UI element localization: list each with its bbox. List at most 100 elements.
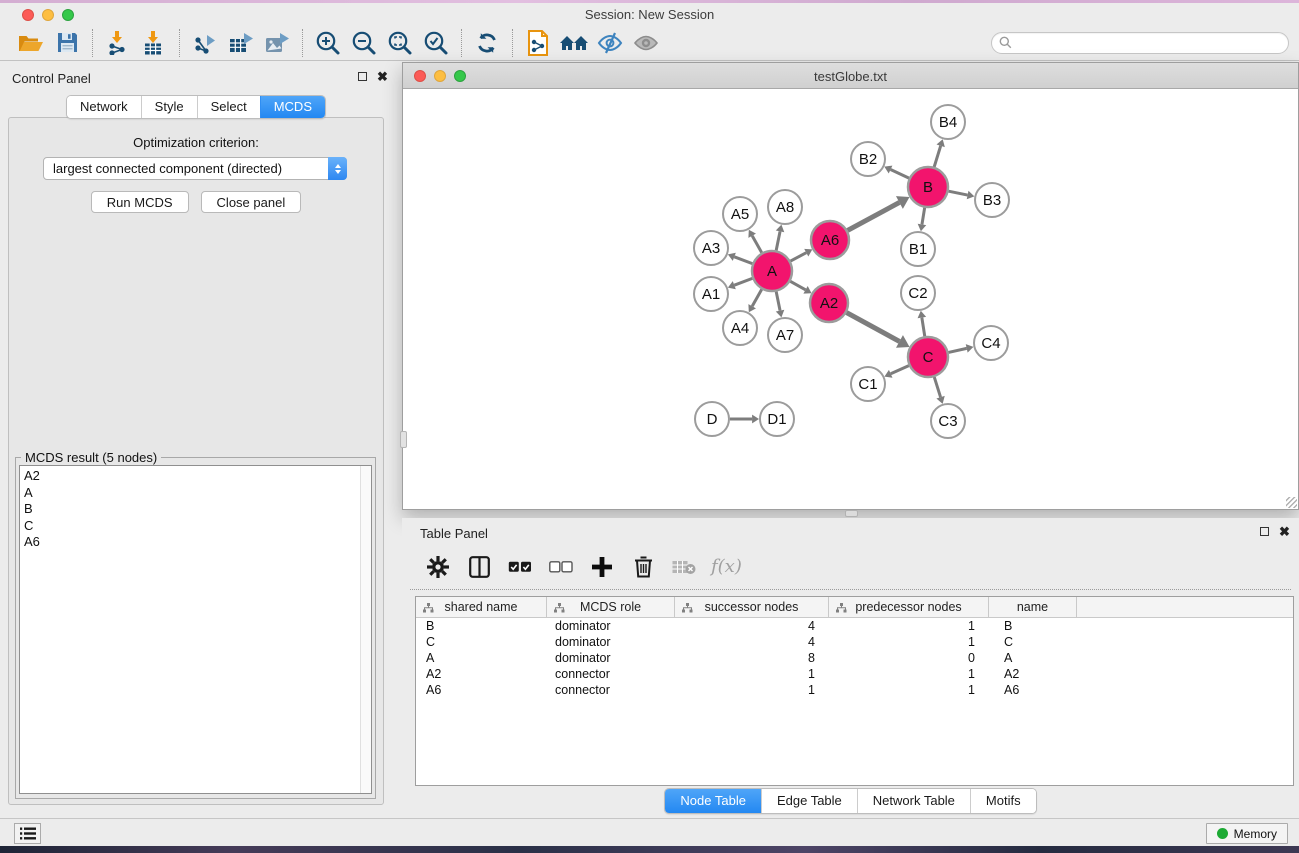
edge-B-B2[interactable]: [891, 170, 909, 179]
horizontal-splitter-handle[interactable]: [845, 510, 858, 517]
network-canvas[interactable]: AA6A2BCA5A8A3A1A4A7B2B4B3B1C2C4C1C3DD1: [403, 90, 1298, 509]
hide-eye-icon[interactable]: [595, 29, 625, 57]
tab-motifs[interactable]: Motifs: [970, 789, 1036, 813]
network-file-icon[interactable]: [523, 29, 553, 57]
result-item[interactable]: A: [24, 485, 371, 502]
edge-A-A4[interactable]: [752, 289, 762, 306]
result-scrollbar[interactable]: [360, 466, 371, 793]
search-field[interactable]: [991, 32, 1289, 54]
mcds-tab-content: Optimization criterion: largest connecte…: [8, 117, 384, 805]
edge-A-A6[interactable]: [791, 253, 807, 261]
zoom-fit-icon[interactable]: [385, 29, 415, 57]
tab-edge-table[interactable]: Edge Table: [761, 789, 857, 813]
table-close-icon[interactable]: ✖: [1279, 526, 1290, 538]
edge-C-C4[interactable]: [948, 348, 966, 352]
edge-B-B3[interactable]: [949, 191, 968, 195]
result-item[interactable]: B: [24, 501, 371, 518]
refresh-icon[interactable]: [472, 29, 502, 57]
table-cell: 4: [675, 619, 829, 633]
tab-network-table[interactable]: Network Table: [857, 789, 970, 813]
mcds-result-list[interactable]: A2ABCA6: [19, 465, 372, 794]
result-item[interactable]: A6: [24, 534, 371, 551]
home-icon[interactable]: [559, 29, 589, 57]
result-item[interactable]: C: [24, 518, 371, 535]
eye-icon[interactable]: [631, 29, 661, 57]
tab-select[interactable]: Select: [197, 96, 260, 118]
table-cell: 8: [675, 651, 829, 665]
resize-grip[interactable]: [1286, 497, 1297, 508]
export-network-icon[interactable]: [190, 29, 220, 57]
edge-A2-C[interactable]: [847, 313, 900, 342]
table-cell: dominator: [547, 619, 675, 633]
tab-style[interactable]: Style: [141, 96, 197, 118]
zoom-selected-icon[interactable]: [421, 29, 451, 57]
table-row[interactable]: A6connector11A6: [416, 682, 1293, 698]
run-mcds-button[interactable]: Run MCDS: [91, 191, 189, 213]
gear-icon[interactable]: [424, 552, 452, 582]
columns-icon[interactable]: [465, 552, 493, 582]
function-icon[interactable]: f(x): [711, 556, 742, 577]
delete-table-icon[interactable]: [670, 552, 698, 582]
column-header-shared-name[interactable]: shared name: [416, 597, 547, 617]
graph-node-label: A6: [821, 232, 839, 249]
select-all-icon[interactable]: [506, 552, 534, 582]
deselect-all-icon[interactable]: [547, 552, 575, 582]
memory-button[interactable]: Memory: [1206, 823, 1288, 844]
import-table-icon[interactable]: [139, 29, 169, 57]
delete-icon[interactable]: [629, 552, 657, 582]
table-toolbar: f(x): [410, 544, 1291, 590]
result-item[interactable]: A2: [24, 468, 371, 485]
control-panel-title: Control Panel: [12, 71, 91, 86]
edge-arrowhead: [918, 311, 927, 318]
close-panel-icon[interactable]: ✖: [377, 71, 388, 83]
table-cell: A: [989, 651, 1077, 665]
edge-A-A3[interactable]: [734, 257, 752, 264]
panel-splitter-handle[interactable]: [400, 431, 407, 448]
graph-node-label: A: [767, 263, 777, 280]
zoom-in-icon[interactable]: [313, 29, 343, 57]
table-row[interactable]: Cdominator41C: [416, 634, 1293, 650]
edge-C-C1[interactable]: [891, 366, 909, 374]
memory-label: Memory: [1234, 827, 1277, 841]
column-header-predecessor-nodes[interactable]: predecessor nodes: [829, 597, 989, 617]
tab-node-table[interactable]: Node Table: [665, 789, 761, 813]
table-cell: 1: [829, 635, 989, 649]
table-float-icon[interactable]: [1260, 526, 1269, 538]
zoom-out-icon[interactable]: [349, 29, 379, 57]
table-row[interactable]: Adominator80A: [416, 650, 1293, 666]
column-header-name[interactable]: name: [989, 597, 1077, 617]
graph-node-label: C1: [858, 376, 877, 393]
float-panel-icon[interactable]: [358, 71, 367, 83]
edge-arrowhead: [776, 225, 785, 233]
export-image-icon[interactable]: [262, 29, 292, 57]
save-icon[interactable]: [52, 29, 82, 57]
edge-A-A5[interactable]: [752, 236, 762, 253]
close-panel-button[interactable]: Close panel: [201, 191, 302, 213]
tab-network[interactable]: Network: [67, 96, 141, 118]
criterion-dropdown[interactable]: largest connected component (directed): [43, 157, 347, 180]
edge-A-A7[interactable]: [776, 292, 780, 311]
column-header-MCDS-role[interactable]: MCDS role: [547, 597, 675, 617]
export-table-icon[interactable]: [226, 29, 256, 57]
table-cell: B: [989, 619, 1077, 633]
table-row[interactable]: A2connector11A2: [416, 666, 1293, 682]
edge-A-A8[interactable]: [776, 231, 780, 250]
search-input[interactable]: [1012, 36, 1288, 50]
edge-C-C2[interactable]: [922, 318, 925, 337]
tab-mcds[interactable]: MCDS: [260, 96, 325, 118]
edge-A-A2[interactable]: [790, 281, 805, 290]
edge-B-B1[interactable]: [922, 208, 925, 225]
edge-B-B4[interactable]: [934, 146, 941, 167]
open-folder-icon[interactable]: [16, 29, 46, 57]
table-cell: connector: [547, 683, 675, 697]
edge-A-A1[interactable]: [734, 278, 752, 285]
edge-A6-B[interactable]: [848, 202, 900, 230]
add-icon[interactable]: [588, 552, 616, 582]
network-window-titlebar[interactable]: testGlobe.txt: [403, 63, 1298, 89]
column-header-successor-nodes[interactable]: successor nodes: [675, 597, 829, 617]
task-history-button[interactable]: [14, 823, 41, 844]
edge-C-C3[interactable]: [934, 377, 940, 397]
table-cell: 1: [675, 683, 829, 697]
import-network-icon[interactable]: [103, 29, 133, 57]
table-row[interactable]: Bdominator41B: [416, 618, 1293, 634]
